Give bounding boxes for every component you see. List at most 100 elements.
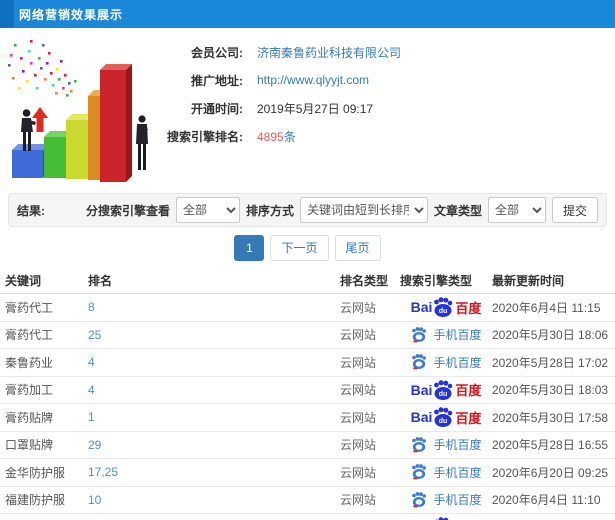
header-accent: [0, 0, 14, 28]
mobile-baidu-label: 手机百度: [433, 328, 482, 343]
info-row-company: 会员公司: 济南秦鲁药业科技有限公司: [0, 38, 615, 66]
rank-cell[interactable]: 1: [88, 410, 340, 424]
mobile-baidu-logo: 手机百度: [410, 353, 482, 371]
header-keyword: 关键词: [5, 274, 42, 288]
table-row: 福建防护服 10 云网站 手机百度 2020年6月4日 11:10: [0, 487, 615, 514]
engine-cell: 手机百度: [400, 326, 492, 344]
mobile-baidu-paw-icon: [412, 354, 427, 370]
article-type-select[interactable]: 全部: [487, 197, 546, 223]
header-engine-type: 搜索引擎类型: [400, 274, 473, 288]
rank-cell[interactable]: 4: [88, 383, 340, 397]
engine-cell: Bai du 百度: [400, 406, 492, 428]
baidu-logo: Bai du 百度: [411, 379, 482, 401]
rank-count-number: 4895: [257, 129, 284, 144]
rank-count-label: 搜索引擎排名:: [167, 129, 243, 144]
rank-count-link[interactable]: 4895条: [257, 128, 296, 145]
rank-type-cell: 云网站: [340, 328, 377, 343]
rank-cell[interactable]: 10: [88, 493, 340, 507]
filter-controls: 分搜索引擎查看 全部 排序方式 关键词由短到长排序 文章类型 全部 提交: [86, 197, 598, 223]
mobile-baidu-paw-icon: [412, 491, 427, 508]
sort-label: 排序方式: [245, 203, 294, 218]
engine-cell: Bai du 百度: [400, 379, 492, 401]
mobile-baidu-logo: 手机百度: [410, 436, 482, 454]
company-label: 会员公司:: [191, 45, 243, 60]
promo-url-link[interactable]: http://www.qlyyjt.com: [257, 73, 369, 87]
rank-cell[interactable]: 8: [88, 300, 340, 314]
company-name-link[interactable]: 济南秦鲁药业科技有限公司: [257, 44, 401, 61]
open-time-label: 开通时间:: [191, 101, 243, 116]
baidu-bai-text: Bai: [410, 409, 433, 426]
baidu-cn-text: 百度: [455, 410, 482, 426]
time-cell: 2020年5月28日 17:02: [492, 355, 609, 370]
baidu-paw-icon: du: [436, 517, 449, 520]
last-page-button[interactable]: 尾页: [334, 234, 381, 261]
table-row: 金华防护服 17,25 云网站 手机百度 2020年6月20日 09:25: [0, 459, 615, 487]
engine-view-select[interactable]: 全部: [175, 197, 240, 223]
mobile-baidu-label: 手机百度: [433, 493, 482, 508]
header-rank-type: 排名类型: [340, 274, 389, 288]
engine-cell: 手机百度: [400, 436, 492, 454]
keyword-cell: 膏药代工: [5, 300, 54, 315]
table-row: Bai du 百度: [0, 514, 615, 520]
info-row-open-time: 开通时间: 2019年5月27日 09:17: [0, 94, 615, 122]
company-info-section: 会员公司: 济南秦鲁药业科技有限公司 推广地址: http://www.qlyy…: [0, 28, 615, 185]
mobile-baidu-logo: 手机百度: [410, 463, 482, 481]
rank-type-cell: 云网站: [340, 383, 377, 398]
table-row: 膏药代工 25 云网站 手机百度 2020年5月30日 18:06: [0, 322, 615, 349]
mobile-baidu-paw-icon: [412, 464, 427, 480]
rank-cell[interactable]: 29: [88, 438, 340, 452]
rank-count-suffix: 条: [283, 129, 296, 144]
keyword-cell: 秦鲁药业: [5, 355, 54, 370]
engine-cell: Bai du 百度: [400, 516, 492, 520]
time-cell: 2020年5月30日 18:03: [492, 383, 609, 398]
submit-button[interactable]: 提交: [551, 197, 598, 223]
engine-cell: Bai du 百度: [400, 296, 492, 318]
keyword-cell: 膏药代工: [5, 328, 54, 343]
baidu-logo: Bai du 百度: [411, 516, 482, 520]
engine-cell: 手机百度: [400, 491, 492, 509]
table-row: 膏药代工 8 云网站 Bai du 百度 2020年6月4日 11:15: [0, 294, 615, 322]
table-header-row: 关键词 排名 排名类型 搜索引擎类型 最新更新时间: [0, 268, 615, 294]
mobile-baidu-label: 手机百度: [433, 355, 482, 370]
filter-bar: 结果: 分搜索引擎查看 全部 排序方式 关键词由短到长排序 文章类型 全部 提交: [8, 193, 607, 227]
rank-type-cell: 云网站: [340, 438, 377, 453]
keyword-cell: 膏药贴牌: [5, 410, 54, 425]
page-title: 网络营销效果展示: [19, 7, 124, 22]
rank-cell[interactable]: 25: [88, 328, 340, 342]
rank-cell[interactable]: 17,25: [88, 465, 340, 479]
baidu-cn-text: 百度: [455, 383, 482, 399]
result-label: 结果:: [17, 203, 45, 218]
rank-cell[interactable]: 4: [88, 355, 340, 369]
time-cell: 2020年5月30日 17:58: [492, 410, 609, 425]
engine-cell: 手机百度: [400, 353, 492, 371]
rank-type-cell: 云网站: [340, 465, 377, 480]
sort-select[interactable]: 关键词由短到长排序: [299, 197, 428, 223]
baidu-paw-icon: du: [434, 380, 453, 400]
baidu-cn-text: 百度: [455, 300, 482, 316]
header-rank: 排名: [88, 274, 113, 288]
svg-text:du: du: [439, 418, 448, 425]
table-row: 膏药贴牌 1 云网站 Bai du 百度 2020年5月30日 17:58: [0, 404, 615, 432]
svg-text:du: du: [439, 391, 448, 398]
header-bar: 网络营销效果展示: [0, 0, 615, 28]
baidu-logo: Bai du 百度: [410, 406, 482, 428]
rank-type-cell: 云网站: [340, 300, 377, 315]
page-1-button[interactable]: 1: [234, 234, 265, 261]
open-time-value: 2019年5月27日 09:17: [257, 101, 374, 116]
next-page-button[interactable]: 下一页: [270, 234, 329, 261]
keyword-cell: 口罩贴牌: [5, 438, 54, 453]
rank-type-cell: 云网站: [340, 355, 377, 370]
engine-cell: 手机百度: [400, 463, 492, 481]
info-row-rank-count: 搜索引擎排名: 4895条: [0, 122, 615, 150]
header-update-time: 最新更新时间: [492, 274, 565, 288]
rank-type-cell: 云网站: [340, 410, 377, 425]
baidu-paw-icon: du: [434, 297, 453, 318]
table-row: 膏药加工 4 云网站 Bai du 百度 2020年5月30日 18:03: [0, 377, 615, 404]
mobile-baidu-paw-icon: [412, 326, 427, 343]
time-cell: 2020年6月20日 09:25: [492, 465, 609, 480]
mobile-baidu-label: 手机百度: [433, 465, 482, 480]
pagination: 1 下一页 尾页: [0, 227, 615, 268]
time-cell: 2020年6月4日 11:10: [492, 493, 601, 508]
mobile-baidu-logo: 手机百度: [410, 326, 482, 344]
baidu-logo: Bai du 百度: [411, 296, 482, 318]
